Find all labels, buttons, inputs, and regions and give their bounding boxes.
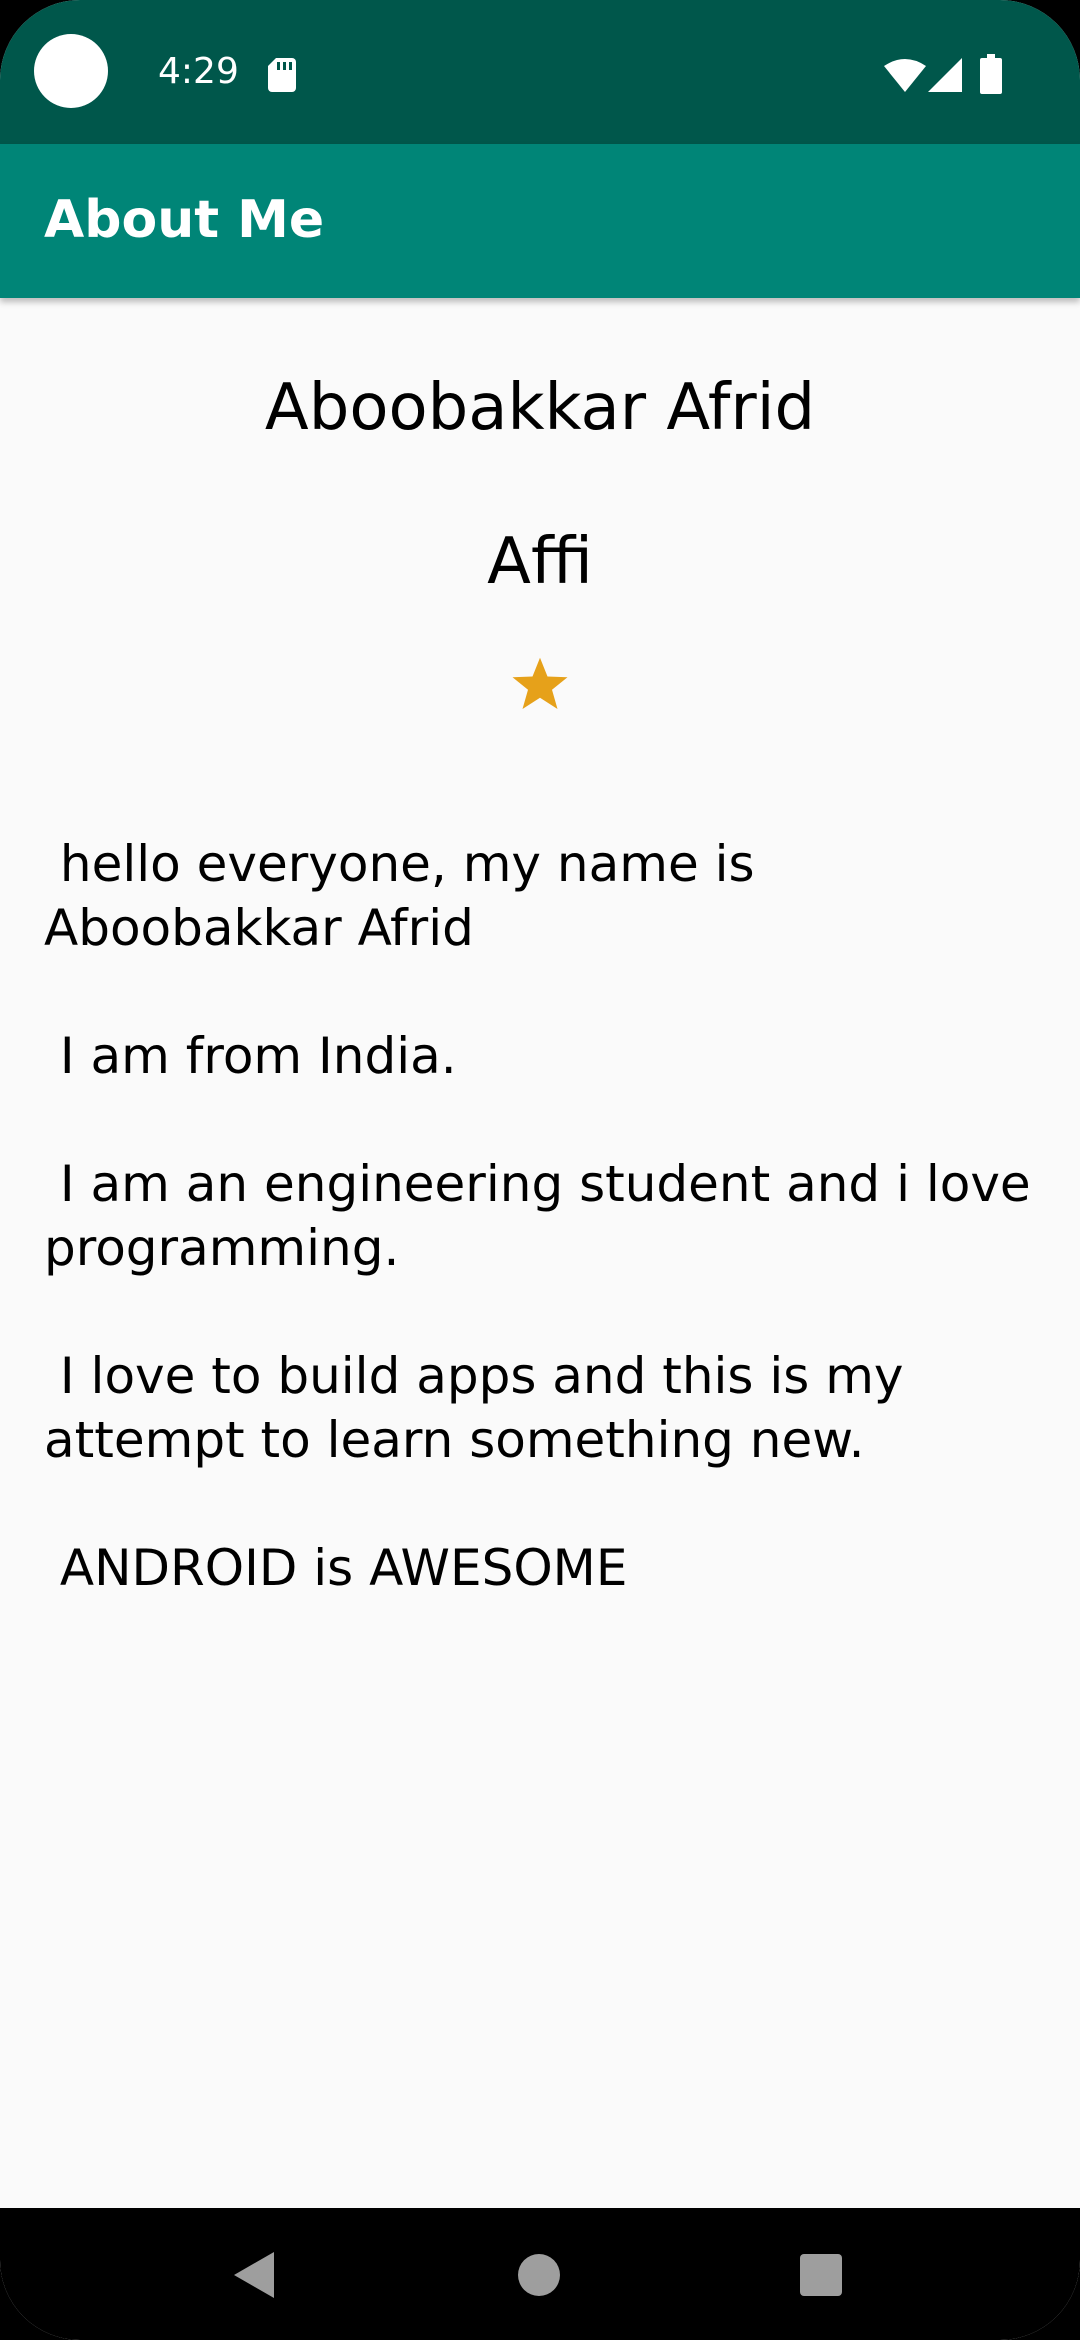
battery-icon [980, 54, 1002, 94]
status-time: 4:29 [158, 51, 239, 92]
star-icon [512, 657, 568, 709]
camera-cutout [34, 34, 108, 108]
profile-name: Aboobakkar Afrid [264, 371, 816, 445]
recents-icon[interactable] [800, 2254, 842, 2296]
navigation-bar [0, 2208, 1080, 2340]
back-icon[interactable] [234, 2252, 274, 2298]
app-bar: About Me [0, 144, 1080, 298]
sd-card-icon [268, 58, 296, 92]
wifi-icon [884, 59, 926, 92]
signal-icon [928, 58, 962, 92]
bio-text: hello everyone, my name is Aboobakkar Af… [44, 835, 1031, 1597]
main-content: Aboobakkar Afrid Affi hello everyone, my… [0, 298, 1080, 2208]
phone-screen: 4:29 About Me Aboobakkar Afrid Affi hell… [0, 0, 1080, 2340]
app-title: About Me [44, 190, 325, 250]
home-icon[interactable] [518, 2254, 560, 2296]
status-bar: 4:29 [0, 0, 1080, 144]
profile-nickname: Affi [487, 525, 593, 599]
